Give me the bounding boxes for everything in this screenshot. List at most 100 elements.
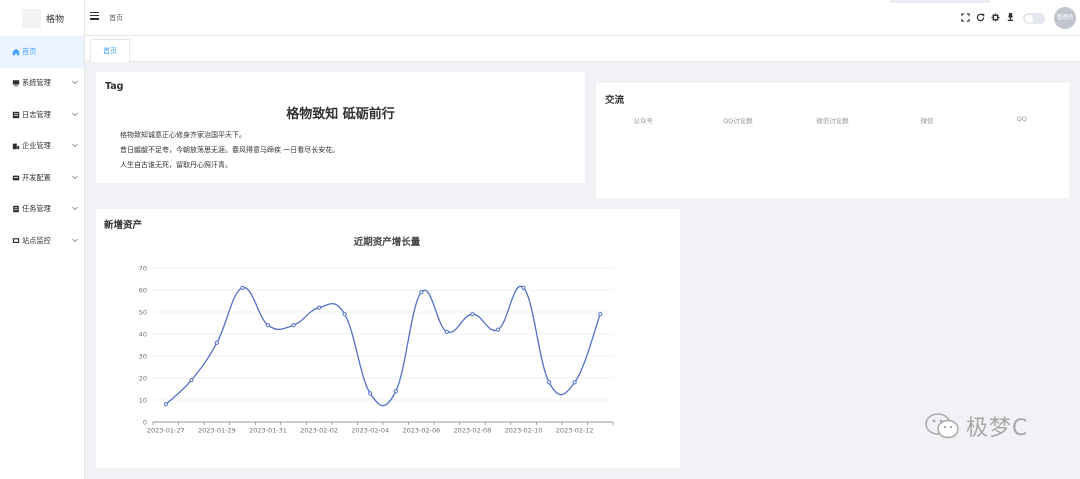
sidebar-item-label: 站点监控 bbox=[22, 235, 51, 245]
tag-lines: 格物致知诚意正心修身齐家治国平天下。 昔日龌龊不足夸，今朝放荡思无涯。春风得意马… bbox=[120, 128, 339, 173]
chevron-down-icon bbox=[72, 237, 78, 244]
data-point bbox=[189, 378, 194, 383]
sidebar: 格物 首页系统管理日志管理企业管理开发配置任务管理站点监控 bbox=[0, 0, 85, 479]
chat-columns: 公众号 QQ讨论群 微信讨论群 微信 QQ bbox=[596, 115, 1069, 125]
sidebar-item-label: 首页 bbox=[22, 46, 37, 56]
sidebar-menu: 首页系统管理日志管理企业管理开发配置任务管理站点监控 bbox=[0, 36, 84, 257]
tag-card: Tag 格物致知 砥砺前行 格物致知诚意正心修身齐家治国平天下。 昔日龌龊不足夸… bbox=[96, 72, 585, 183]
data-point bbox=[572, 380, 577, 385]
sidebar-item-log[interactable]: 日志管理 bbox=[0, 99, 84, 131]
sidebar-item-label: 日志管理 bbox=[22, 109, 51, 119]
home-icon bbox=[11, 47, 20, 56]
sidebar-item-system[interactable]: 系统管理 bbox=[0, 68, 84, 100]
header-actions bbox=[961, 12, 1045, 25]
system-icon bbox=[11, 79, 20, 88]
data-point bbox=[470, 312, 475, 317]
logo-image bbox=[22, 8, 41, 28]
x-tick-label: 2023-02-10 bbox=[505, 427, 543, 435]
fullscreen-icon[interactable] bbox=[961, 12, 970, 25]
chat-column-wechat: 微信 bbox=[920, 117, 934, 125]
tag-line: 人生自古谁无死，留取丹心照汗青。 bbox=[120, 161, 232, 169]
y-tick-label: 0 bbox=[143, 418, 147, 426]
avatar[interactable]: 管理员 bbox=[1054, 7, 1076, 29]
data-point bbox=[342, 312, 347, 317]
chevron-down-icon bbox=[72, 111, 78, 118]
y-tick-label: 70 bbox=[139, 264, 147, 272]
asset-growth-chart: 近期资产增长量 0 10 20 30 40 50 60 70 2023-01-27 2023-01-… bbox=[139, 236, 614, 435]
breadcrumb[interactable]: 首页 bbox=[109, 13, 123, 23]
sidebar-item-label: 任务管理 bbox=[22, 204, 51, 214]
refresh-icon[interactable] bbox=[976, 13, 985, 25]
data-point bbox=[419, 290, 424, 295]
tag-heading: 格物致知 砥砺前行 bbox=[286, 107, 395, 122]
data-point bbox=[291, 323, 296, 328]
tag-line: 格物致知诚意正心修身齐家治国平天下。 bbox=[120, 131, 246, 139]
wechat-icon bbox=[925, 413, 959, 439]
x-tick-label: 2023-01-29 bbox=[198, 427, 236, 435]
data-point bbox=[368, 391, 373, 396]
chevron-down-icon bbox=[72, 80, 78, 87]
header: 首页 管理员 bbox=[85, 0, 1080, 36]
tag-card-title: Tag bbox=[105, 81, 124, 92]
sidebar-item-home[interactable]: 首页 bbox=[0, 36, 84, 68]
menu-toggle-icon[interactable] bbox=[90, 12, 99, 21]
y-tick-label: 40 bbox=[139, 330, 147, 338]
avatar-label: 管理员 bbox=[1056, 15, 1074, 21]
x-tick-label: 2023-02-12 bbox=[556, 427, 594, 435]
data-point bbox=[214, 340, 219, 345]
lamp-icon[interactable] bbox=[1006, 12, 1015, 25]
logo[interactable]: 格物 bbox=[0, 0, 84, 36]
asset-card: 近期资产增长量 0 10 20 30 40 50 60 70 2023-01-27 2023-01-… bbox=[96, 209, 680, 468]
log-icon bbox=[11, 110, 20, 119]
top-accent-bar bbox=[890, 0, 990, 3]
y-tick-label: 10 bbox=[139, 396, 147, 404]
asset-card-title: 新增资产 bbox=[104, 220, 143, 231]
dev-config-icon bbox=[11, 173, 20, 182]
data-point bbox=[495, 327, 501, 332]
data-point bbox=[163, 402, 168, 407]
sidebar-item-monitor[interactable]: 站点监控 bbox=[0, 225, 84, 257]
x-tick-label: 2023-01-27 bbox=[147, 427, 185, 435]
chat-column-qq: QQ bbox=[1016, 115, 1027, 123]
data-point bbox=[444, 329, 449, 334]
y-tick-label: 50 bbox=[139, 308, 147, 316]
sidebar-item-label: 企业管理 bbox=[22, 141, 51, 151]
watermark-text: 极梦C bbox=[966, 416, 1029, 441]
sidebar-item-label: 系统管理 bbox=[22, 78, 51, 88]
sidebar-item-dev-config[interactable]: 开发配置 bbox=[0, 162, 84, 194]
tag-line: 昔日龌龊不足夸，今朝放荡思无涯。春风得意马蹄疾 一日看尽长安花。 bbox=[120, 146, 340, 154]
x-tick-label: 2023-02-02 bbox=[300, 427, 338, 435]
chart-title: 近期资产增长量 bbox=[354, 236, 421, 248]
watermark: 极梦C bbox=[924, 410, 1028, 442]
y-tick-label: 20 bbox=[139, 374, 147, 382]
tab-home[interactable]: 首页 bbox=[90, 39, 130, 62]
sidebar-item-label: 开发配置 bbox=[22, 172, 51, 182]
series-line bbox=[165, 285, 601, 407]
theme-toggle[interactable] bbox=[1023, 13, 1045, 24]
sidebar-item-enterprise[interactable]: 企业管理 bbox=[0, 131, 84, 163]
task-icon bbox=[11, 205, 20, 214]
data-point bbox=[240, 285, 245, 290]
data-point bbox=[393, 389, 398, 394]
chat-column-wechat-official: 公众号 bbox=[633, 117, 654, 125]
settings-icon[interactable] bbox=[991, 12, 1000, 25]
y-tick-label: 30 bbox=[139, 352, 147, 360]
chevron-down-icon bbox=[72, 174, 78, 181]
x-tick-label: 2023-02-04 bbox=[351, 427, 389, 435]
x-tick-label: 2023-01-31 bbox=[249, 427, 287, 435]
tab-label: 首页 bbox=[103, 47, 117, 55]
chat-card: 交流 公众号 QQ讨论群 微信讨论群 微信 QQ bbox=[596, 83, 1069, 198]
data-point bbox=[317, 305, 322, 310]
chat-column-qq-group: QQ讨论群 bbox=[723, 117, 753, 125]
enterprise-icon bbox=[11, 142, 20, 151]
sidebar-item-task[interactable]: 任务管理 bbox=[0, 194, 84, 226]
tab-bar: 首页 bbox=[85, 36, 1080, 62]
chat-column-wechat-group: 微信讨论群 bbox=[816, 117, 849, 125]
chevron-down-icon bbox=[72, 206, 78, 213]
data-point bbox=[598, 312, 603, 317]
data-point bbox=[521, 285, 526, 290]
monitor-icon bbox=[11, 236, 20, 245]
logo-text: 格物 bbox=[46, 14, 65, 25]
data-point bbox=[265, 323, 271, 328]
y-tick-label: 60 bbox=[139, 286, 147, 294]
